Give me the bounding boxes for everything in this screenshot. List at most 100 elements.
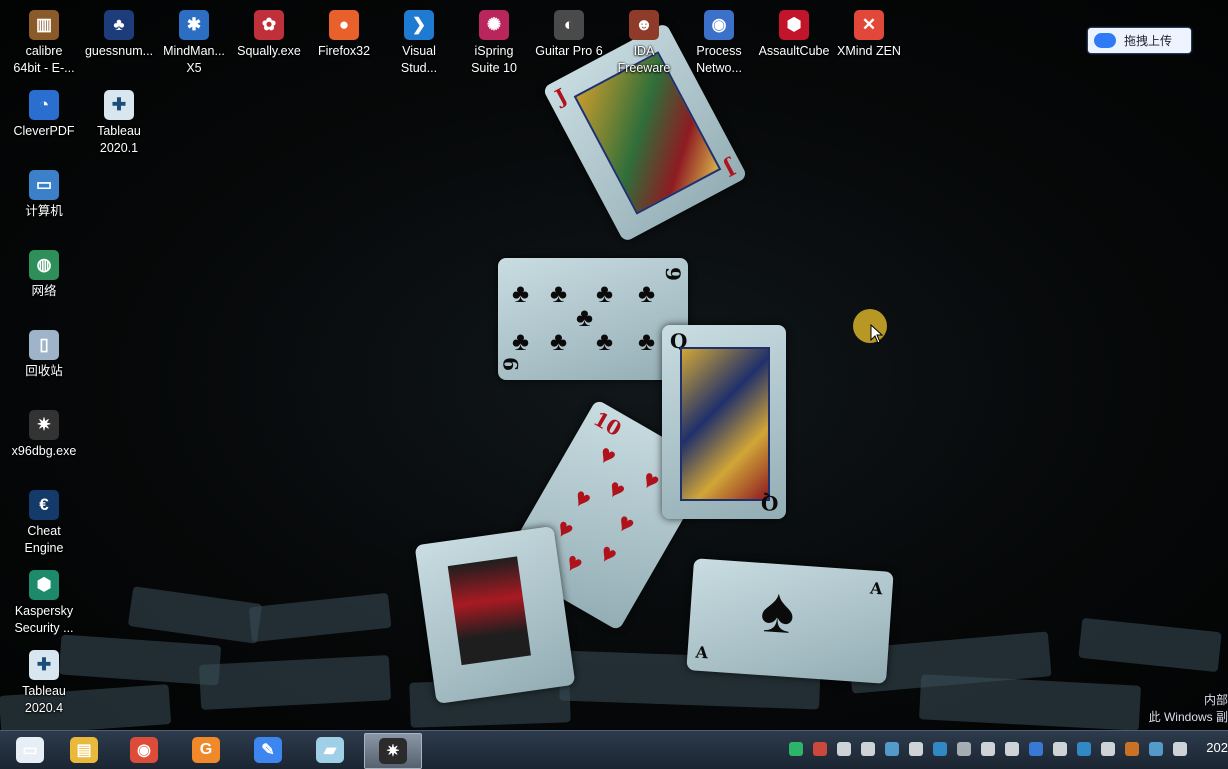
tray-icon[interactable]	[1053, 742, 1067, 756]
tray-icon[interactable]	[909, 742, 923, 756]
taskbar-button-notepad[interactable]: ▰	[302, 733, 358, 767]
squally-icon: ✿	[254, 10, 284, 40]
tray-icon[interactable]	[1101, 742, 1115, 756]
tray-icon[interactable]	[1125, 742, 1139, 756]
drag-upload-label: 拖拽上传	[1124, 34, 1173, 48]
assaultcube-icon: ⬢	[779, 10, 809, 40]
taskbar-button-file-explorer[interactable]: ▤	[56, 733, 112, 767]
desktop-icon-label: XMind ZEN	[837, 44, 901, 58]
recycle-bin-icon: ▯	[29, 330, 59, 360]
show-desktop-icon: ▭	[16, 737, 44, 763]
desktop-icon-label: 回收站	[25, 364, 63, 378]
ida-icon: ☻	[629, 10, 659, 40]
tray-icon[interactable]	[1029, 742, 1043, 756]
windows-activation-watermark: 内部 此 Windows 副	[1149, 692, 1228, 726]
file-explorer-icon: ▤	[70, 737, 98, 763]
taskbar: ▭ ▤ ◉ G ✎ ▰ ✷ 202	[0, 730, 1228, 769]
tray-icon[interactable]	[957, 742, 971, 756]
tray-icon[interactable]	[1005, 742, 1019, 756]
desktop-icon-label: Cheat Engine	[24, 524, 64, 555]
desktop-icon-vscode[interactable]: ❯ Visual Stud...	[381, 4, 457, 77]
desktop-icon-firefox[interactable]: ● Firefox32	[306, 4, 382, 60]
desktop-icon-mindmanager[interactable]: ✱ MindMan... X5	[156, 4, 232, 77]
tray-icon[interactable]	[837, 742, 851, 756]
desktop-icon-cheat-engine[interactable]: € Cheat Engine	[6, 484, 82, 557]
desktop-icon-xmind[interactable]: ✕ XMind ZEN	[831, 4, 907, 60]
notepad-icon: ▰	[316, 737, 344, 763]
cloud-icon	[1094, 33, 1116, 48]
queen-of-spades-card: Q Q	[662, 325, 786, 519]
computer-icon: ▭	[29, 170, 59, 200]
desktop-icon-label: Tableau 2020.4	[22, 684, 66, 715]
desktop-icon-network[interactable]: ◍ 网络	[6, 244, 82, 300]
tableau-icon: ✚	[29, 650, 59, 680]
desktop-icon-calibre[interactable]: ▥ calibre 64bit - E-...	[6, 4, 82, 77]
taskbar-button-show-desktop[interactable]: ▭	[2, 733, 58, 767]
desktop-icon-assaultcube[interactable]: ⬢ AssaultCube	[756, 4, 832, 60]
process-network-icon: ◉	[704, 10, 734, 40]
tableau-icon: ✚	[104, 90, 134, 120]
tray-icon[interactable]	[885, 742, 899, 756]
calibre-icon: ▥	[29, 10, 59, 40]
tray-icon[interactable]	[1077, 742, 1091, 756]
desktop-icon-label: 网络	[31, 284, 57, 298]
desktop-icon-label: Firefox32	[317, 44, 371, 58]
desktop-icon-tableau[interactable]: ✚ Tableau 2020.4	[6, 644, 82, 717]
drag-upload-button[interactable]: 拖拽上传	[1088, 28, 1191, 53]
desktop-icon-label: Guitar Pro 6	[535, 44, 603, 58]
desktop-icon-label: Process Netwo...	[696, 44, 742, 75]
notes-app-icon: ✎	[254, 737, 282, 763]
xmind-icon: ✕	[854, 10, 884, 40]
x96dbg-icon: ✷	[29, 410, 59, 440]
firefox-icon: ●	[329, 10, 359, 40]
tray-icon[interactable]	[1149, 742, 1163, 756]
mouse-pointer-icon	[870, 324, 884, 344]
taskbar-button-x96dbg-taskbar[interactable]: ✷	[364, 733, 422, 769]
desktop-icon-label: Visual Stud...	[400, 44, 438, 75]
desktop-icon-guitarpro[interactable]: ◐ Guitar Pro 6	[531, 4, 607, 60]
tray-icon[interactable]	[1173, 742, 1187, 756]
tray-icon[interactable]	[981, 742, 995, 756]
desktop-icon-label: iSpring Suite 10	[471, 44, 517, 75]
watermark-line-2: 此 Windows 副	[1148, 710, 1228, 724]
desktop-icon-recycle-bin[interactable]: ▯ 回收站	[6, 324, 82, 380]
desktop-icon-label: MindMan... X5	[163, 44, 225, 75]
nine-of-clubs-card: 9 ♣ ♣ ♣ ♣ ♣ ♣ ♣ ♣ ♣ 9	[498, 258, 688, 380]
desktop-icon-label: AssaultCube	[758, 44, 830, 58]
desktop-icon-computer[interactable]: ▭ 计算机	[6, 164, 82, 220]
desktop-icon-kaspersky[interactable]: ⬢ Kaspersky Security ...	[6, 564, 82, 637]
vscode-icon: ❯	[404, 10, 434, 40]
joker-card	[414, 526, 576, 704]
guitarpro-icon: ◐	[554, 10, 584, 40]
ispring-icon: ✺	[479, 10, 509, 40]
cleverpdf-icon: ◔	[29, 90, 59, 120]
tray-icon[interactable]	[813, 742, 827, 756]
desktop-icon-guessnum[interactable]: ♣ guessnum...	[81, 4, 157, 60]
tray-icon[interactable]	[861, 742, 875, 756]
desktop-icon-tableau[interactable]: ✚ Tableau 2020.1	[81, 84, 157, 157]
desktop-icon-ida[interactable]: ☻ IDA Freeware	[606, 4, 682, 77]
desktop-icon-x96dbg[interactable]: ✷ x96dbg.exe	[6, 404, 82, 460]
kaspersky-icon: ⬢	[29, 570, 59, 600]
taskbar-button-chrome[interactable]: ◉	[116, 733, 172, 767]
tray-icon[interactable]	[933, 742, 947, 756]
desktop-icon-label: guessnum...	[84, 44, 154, 58]
desktop-icon-process-network[interactable]: ◉ Process Netwo...	[681, 4, 757, 77]
guessnum-icon: ♣	[104, 10, 134, 40]
desktop-icon-cleverpdf[interactable]: ◔ CleverPDF	[6, 84, 82, 140]
desktop-icon-ispring[interactable]: ✺ iSpring Suite 10	[456, 4, 532, 77]
desktop-icon-label: x96dbg.exe	[11, 444, 77, 458]
desktop-wallpaper: J J 9 ♣ ♣ ♣ ♣ ♣ ♣ ♣ ♣ ♣ 9 10 ♥ ♥ ♥ ♥ ♥ ♥…	[0, 0, 1228, 730]
mindmanager-icon: ✱	[179, 10, 209, 40]
desktop-icon-label: CleverPDF	[13, 124, 75, 138]
taskbar-button-notes-app[interactable]: ✎	[240, 733, 296, 767]
taskbar-clock[interactable]: 202	[1206, 740, 1228, 755]
chrome-icon: ◉	[130, 737, 158, 763]
desktop-icon-label: 计算机	[25, 204, 63, 218]
tray-icon[interactable]	[789, 742, 803, 756]
ace-of-spades-card: A ♠ A	[686, 558, 894, 684]
desktop-icon-squally[interactable]: ✿ Squally.exe	[231, 4, 307, 60]
taskbar-button-foxit-pdf[interactable]: G	[178, 733, 234, 767]
desktop-icon-label: IDA Freeware	[617, 44, 671, 75]
x96dbg-taskbar-icon: ✷	[379, 738, 407, 764]
